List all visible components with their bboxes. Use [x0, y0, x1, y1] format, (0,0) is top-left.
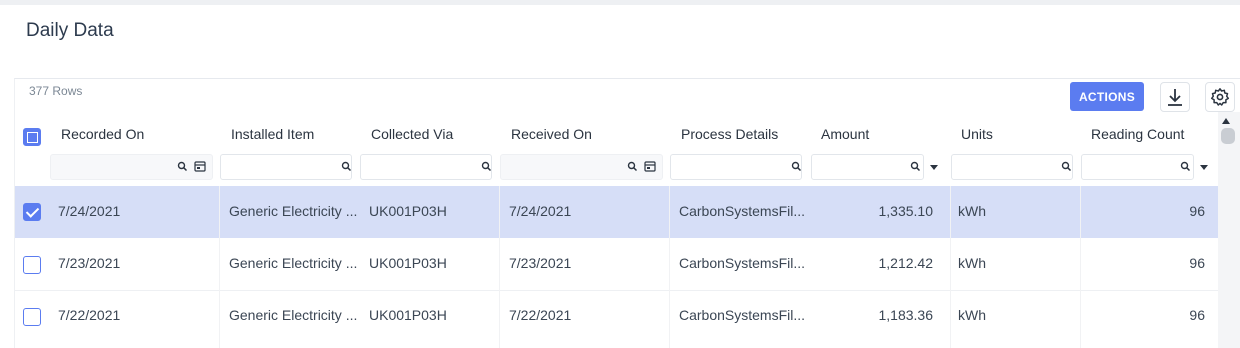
- table-row[interactable]: [15, 238, 1218, 290]
- cell-collected-via: UK001P03H: [369, 307, 447, 323]
- cell-process-details: CarbonSystemsFil...: [679, 203, 806, 219]
- scroll-up-arrow-icon[interactable]: [1222, 118, 1230, 124]
- filter-collected-via[interactable]: [360, 154, 492, 180]
- cell-amount: 1,335.10: [878, 203, 934, 219]
- cell-received-on: 7/22/2021: [509, 307, 572, 323]
- filter-amount-dropdown[interactable]: [925, 154, 943, 180]
- calendar-icon[interactable]: [644, 160, 656, 172]
- cell-received-on: 7/23/2021: [509, 255, 572, 271]
- filter-recorded-on[interactable]: [50, 154, 213, 180]
- caret-down-icon: [1200, 164, 1208, 170]
- download-button[interactable]: [1160, 82, 1190, 112]
- caret-down-icon: [930, 164, 938, 170]
- cell-process-details: CarbonSystemsFil...: [679, 255, 806, 271]
- column-header-installed-item[interactable]: Installed Item: [231, 126, 314, 142]
- filter-reading-count[interactable]: [1081, 154, 1194, 180]
- column-header-received-on[interactable]: Received On: [511, 126, 592, 142]
- search-icon: [1180, 161, 1191, 172]
- cell-received-on: 7/24/2021: [509, 203, 572, 219]
- cell-recorded-on: 7/24/2021: [58, 203, 121, 219]
- scrollbar-thumb[interactable]: [1221, 128, 1235, 144]
- filter-reading-count-dropdown[interactable]: [1195, 154, 1213, 180]
- search-icon: [481, 161, 492, 172]
- search-icon: [627, 161, 638, 172]
- cell-units: kWh: [958, 255, 986, 271]
- column-header-process-details[interactable]: Process Details: [681, 126, 778, 142]
- search-icon: [910, 161, 921, 172]
- filter-amount[interactable]: [811, 154, 924, 180]
- gear-icon: [1210, 88, 1230, 106]
- cell-units: kWh: [958, 307, 986, 323]
- settings-button[interactable]: [1205, 82, 1235, 112]
- cell-reading-count: 96: [1189, 307, 1205, 323]
- row-count: 377 Rows: [29, 84, 83, 98]
- column-header-units[interactable]: Units: [961, 126, 993, 142]
- filter-installed-item[interactable]: [220, 154, 352, 180]
- cell-installed-item: Generic Electricity ...: [229, 255, 358, 271]
- cell-amount: 1,183.36: [878, 307, 934, 323]
- search-icon: [791, 161, 802, 172]
- filter-received-on[interactable]: [500, 154, 663, 180]
- column-header-collected-via[interactable]: Collected Via: [371, 126, 453, 142]
- page-title: Daily Data: [26, 20, 114, 41]
- table-row[interactable]: [15, 291, 1218, 343]
- row-checkbox[interactable]: [23, 256, 41, 274]
- column-divider: [499, 186, 500, 348]
- download-icon: [1168, 89, 1182, 106]
- column-divider: [219, 186, 220, 348]
- cell-recorded-on: 7/23/2021: [58, 255, 121, 271]
- calendar-icon[interactable]: [194, 160, 206, 172]
- cell-reading-count: 96: [1189, 255, 1205, 271]
- search-icon: [177, 161, 188, 172]
- column-divider: [950, 186, 951, 348]
- cell-recorded-on: 7/22/2021: [58, 307, 121, 323]
- cell-collected-via: UK001P03H: [369, 255, 447, 271]
- table-row[interactable]: [15, 186, 1218, 238]
- vertical-scrollbar[interactable]: [1218, 112, 1240, 348]
- filter-process-details[interactable]: [670, 154, 802, 180]
- select-all-checkbox[interactable]: [23, 128, 41, 146]
- cell-reading-count: 96: [1189, 203, 1205, 219]
- search-icon: [341, 161, 352, 172]
- search-icon: [1061, 161, 1072, 172]
- cell-process-details: CarbonSystemsFil...: [679, 307, 806, 323]
- cell-amount: 1,212.42: [878, 255, 934, 271]
- column-divider: [1080, 186, 1081, 348]
- cell-installed-item: Generic Electricity ...: [229, 307, 358, 323]
- actions-button[interactable]: ACTIONS: [1070, 82, 1144, 111]
- top-strip: [0, 0, 1240, 5]
- cell-collected-via: UK001P03H: [369, 203, 447, 219]
- filter-units[interactable]: [951, 154, 1073, 180]
- cell-installed-item: Generic Electricity ...: [229, 203, 358, 219]
- column-header-recorded-on[interactable]: Recorded On: [61, 126, 144, 142]
- row-checkbox[interactable]: [23, 308, 41, 326]
- column-header-reading-count[interactable]: Reading Count: [1091, 126, 1184, 142]
- column-divider: [669, 186, 670, 348]
- row-checkbox[interactable]: [23, 203, 41, 221]
- cell-units: kWh: [958, 203, 986, 219]
- column-header-amount[interactable]: Amount: [821, 126, 869, 142]
